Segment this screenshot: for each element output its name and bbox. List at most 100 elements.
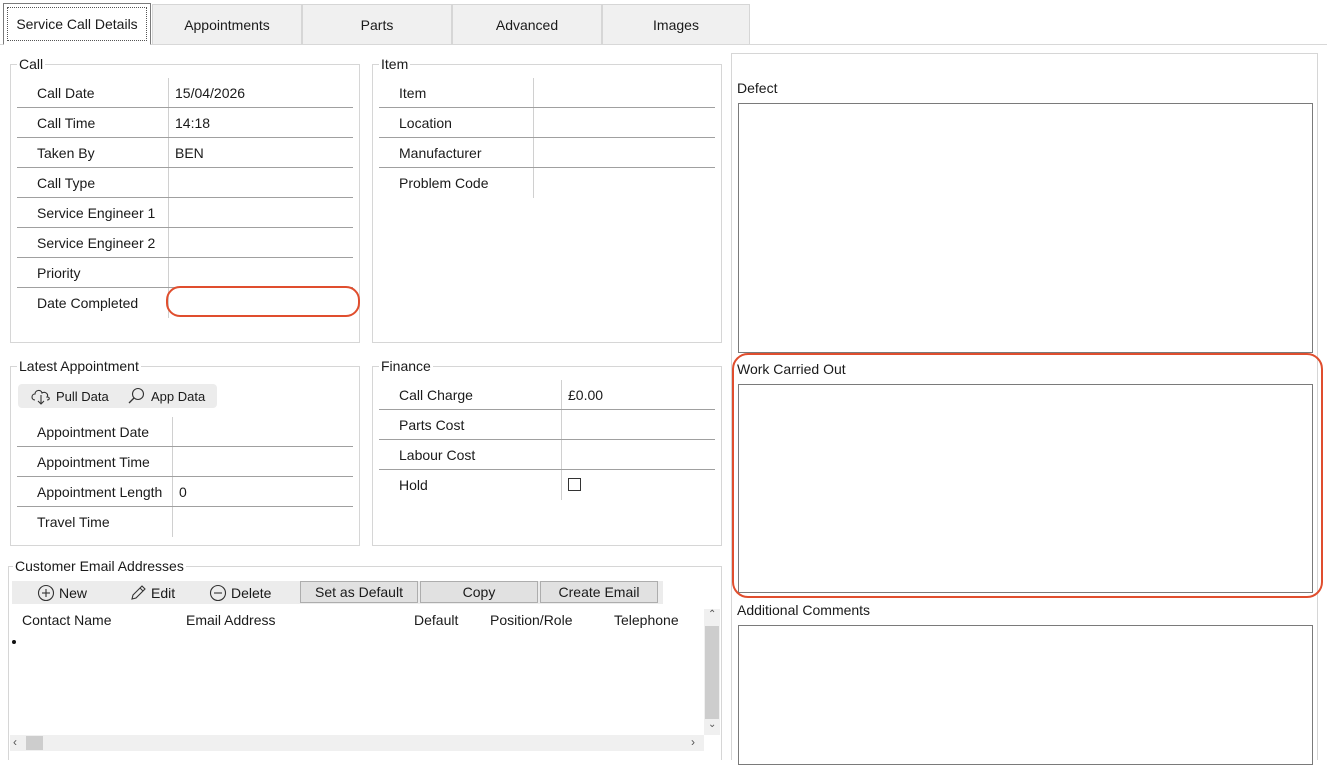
column-header-email-address[interactable]: Email Address <box>186 612 275 628</box>
column-separator <box>168 168 169 197</box>
service-engineer-1-row[interactable]: Service Engineer 1 <box>17 198 353 228</box>
horizontal-scrollbar[interactable]: ‹ › <box>10 735 704 751</box>
column-separator <box>168 198 169 227</box>
field-label: Service Engineer 1 <box>37 205 156 221</box>
cloud-download-icon <box>31 389 50 405</box>
call-charge-row[interactable]: Call Charge £0.00 <box>379 380 715 410</box>
call-time-value: 14:18 <box>175 115 211 131</box>
service-engineer-2-row[interactable]: Service Engineer 2 <box>17 228 353 258</box>
column-separator <box>561 380 562 409</box>
appointment-length-row[interactable]: Appointment Length 0 <box>17 477 353 507</box>
scroll-right-icon[interactable]: › <box>691 735 695 749</box>
taken-by-value: BEN <box>175 145 204 161</box>
scroll-left-icon[interactable]: ‹ <box>13 735 17 749</box>
tab-appointments[interactable]: Appointments <box>152 4 302 44</box>
labour-cost-row[interactable]: Labour Cost <box>379 440 715 470</box>
tab-label: Advanced <box>495 16 559 33</box>
column-header-default[interactable]: Default <box>414 612 458 628</box>
latest-appointment-title: Latest Appointment <box>17 357 141 375</box>
scroll-down-icon[interactable]: ⌄ <box>708 719 716 730</box>
field-label: Call Date <box>37 85 95 101</box>
defect-label: Defect <box>737 80 778 96</box>
edit-label: Edit <box>151 585 176 601</box>
edit-button[interactable]: Edit <box>129 584 175 602</box>
field-label: Appointment Length <box>37 484 163 500</box>
priority-row[interactable]: Priority <box>17 258 353 288</box>
appointment-length-value: 0 <box>179 484 187 500</box>
item-group-title: Item <box>379 55 411 73</box>
column-header-contact-name[interactable]: Contact Name <box>22 612 111 628</box>
parts-cost-row[interactable]: Parts Cost <box>379 410 715 440</box>
item-row[interactable]: Item <box>379 78 715 108</box>
column-header-telephone[interactable]: Telephone <box>614 612 679 628</box>
work-carried-out-label: Work Carried Out <box>737 361 846 377</box>
scroll-up-icon[interactable]: ⌃ <box>708 609 716 620</box>
column-separator <box>168 108 169 137</box>
manufacturer-row[interactable]: Manufacturer <box>379 138 715 168</box>
hold-row: Hold <box>379 470 715 500</box>
column-separator <box>168 228 169 257</box>
field-label: Taken By <box>37 145 95 161</box>
new-button[interactable]: New <box>37 584 87 602</box>
column-separator <box>533 108 534 137</box>
field-label: Manufacturer <box>399 145 482 161</box>
new-label: New <box>59 585 88 601</box>
field-label: Service Engineer 2 <box>37 235 156 251</box>
column-separator <box>168 138 169 167</box>
field-label: Date Completed <box>37 295 139 311</box>
set-as-default-button[interactable]: Set as Default <box>300 581 418 603</box>
delete-label: Delete <box>231 585 272 601</box>
app-data-button[interactable]: App Data <box>127 387 205 405</box>
work-carried-out-textarea[interactable] <box>738 384 1313 593</box>
call-charge-value: £0.00 <box>568 387 604 403</box>
set-as-default-label: Set as Default <box>315 584 403 600</box>
vertical-scrollbar[interactable]: ⌃ ⌄ <box>704 609 720 735</box>
tab-service-call-details[interactable]: Service Call Details <box>3 3 151 45</box>
problem-code-row[interactable]: Problem Code <box>379 168 715 198</box>
tab-label: Images <box>653 16 699 33</box>
tab-bar: Service Call Details Appointments Parts … <box>0 0 1327 45</box>
tab-parts[interactable]: Parts <box>302 4 452 44</box>
column-separator <box>533 168 534 198</box>
column-separator <box>561 440 562 469</box>
delete-button[interactable]: Delete <box>209 584 271 602</box>
copy-button[interactable]: Copy <box>420 581 538 603</box>
column-separator <box>168 258 169 287</box>
vertical-scroll-thumb[interactable] <box>705 626 719 719</box>
create-email-button[interactable]: Create Email <box>540 581 658 603</box>
call-time-row[interactable]: Call Time 14:18 <box>17 108 353 138</box>
pull-data-button[interactable]: Pull Data <box>30 387 109 405</box>
tab-advanced[interactable]: Advanced <box>452 4 602 44</box>
travel-time-row[interactable]: Travel Time <box>17 507 353 537</box>
column-separator <box>561 470 562 500</box>
additional-comments-label: Additional Comments <box>737 602 871 618</box>
call-group-title: Call <box>17 55 46 73</box>
tab-images[interactable]: Images <box>602 4 750 44</box>
horizontal-scroll-thumb[interactable] <box>26 736 43 750</box>
date-completed-row[interactable]: Date Completed <box>17 288 353 318</box>
field-label: Problem Code <box>399 175 489 191</box>
field-label: Location <box>399 115 452 131</box>
column-header-position-role[interactable]: Position/Role <box>490 612 573 628</box>
taken-by-row[interactable]: Taken By BEN <box>17 138 353 168</box>
defect-textarea[interactable] <box>738 103 1313 353</box>
search-icon <box>128 387 145 404</box>
field-label: Item <box>399 85 427 101</box>
appointment-date-row[interactable]: Appointment Date <box>17 417 353 447</box>
call-type-row[interactable]: Call Type <box>17 168 353 198</box>
tab-label: Service Call Details <box>16 16 138 32</box>
finance-group-title: Finance <box>379 357 433 375</box>
column-separator <box>533 78 534 107</box>
column-separator <box>172 447 173 476</box>
additional-comments-textarea[interactable] <box>738 625 1313 765</box>
call-date-row[interactable]: Call Date 15/04/2026 <box>17 78 353 108</box>
column-separator <box>172 477 173 506</box>
column-separator <box>172 507 173 537</box>
hold-checkbox[interactable] <box>568 478 581 491</box>
location-row[interactable]: Location <box>379 108 715 138</box>
field-label: Call Time <box>37 115 96 131</box>
appointment-time-row[interactable]: Appointment Time <box>17 447 353 477</box>
column-separator <box>168 288 169 318</box>
column-separator <box>561 410 562 439</box>
plus-circle-icon <box>37 584 55 602</box>
